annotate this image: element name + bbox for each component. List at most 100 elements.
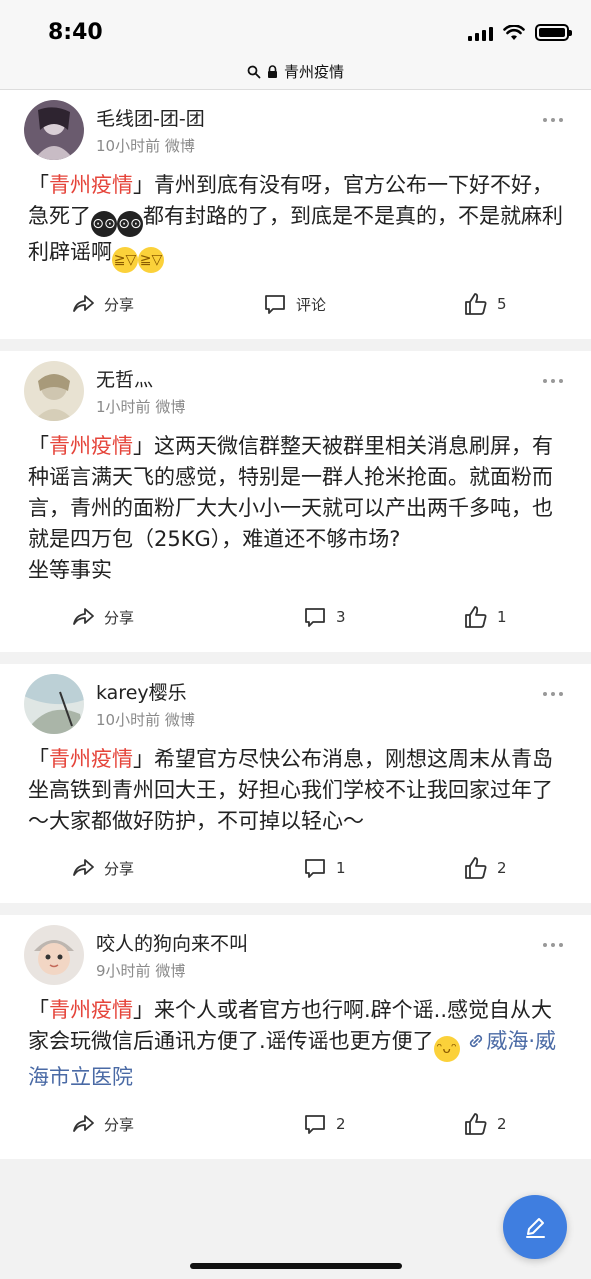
more-icon[interactable] bbox=[543, 379, 563, 383]
post-card: 咬人的狗向来不叫 9小时前 微博 「青州疫情」来个人或者官方也行啊.辟个谣..感… bbox=[0, 915, 591, 1159]
post-actions: 分享 1 2 bbox=[28, 837, 563, 903]
comment-button[interactable]: 2 bbox=[302, 1111, 346, 1137]
wifi-icon bbox=[503, 24, 525, 40]
share-label: 分享 bbox=[104, 295, 135, 314]
post-header: 无哲灬 1小时前 微博 bbox=[24, 351, 563, 423]
post-actions: 分享 评论 5 bbox=[28, 273, 563, 339]
more-icon[interactable] bbox=[543, 118, 563, 122]
like-button[interactable]: 5 bbox=[463, 291, 507, 317]
sad-emoji-icon: ⊙⊙ bbox=[117, 211, 143, 237]
like-icon bbox=[465, 857, 487, 879]
laughing-emoji-icon: ≧▽ bbox=[112, 247, 138, 273]
post-header: karey樱乐 10小时前 微博 bbox=[24, 664, 563, 736]
more-icon[interactable] bbox=[543, 943, 563, 947]
share-button[interactable]: 分享 bbox=[70, 1111, 134, 1137]
comment-button[interactable]: 评论 bbox=[262, 291, 326, 317]
post-text-line2: 坐等事实 bbox=[28, 558, 112, 582]
like-count: 5 bbox=[497, 295, 507, 313]
feed: 毛线团-团-团 10小时前 微博 「青州疫情」青州到底有没有呀，官方公布一下好不… bbox=[0, 90, 591, 1171]
home-indicator[interactable] bbox=[190, 1263, 402, 1269]
post-time: 1小时前 bbox=[96, 398, 151, 416]
username[interactable]: karey樱乐 bbox=[96, 678, 187, 705]
post-body: 「青州疫情」这两天微信群整天被群里相关消息刷屏，有种谣言满天飞的感觉，特别是一群… bbox=[28, 423, 563, 586]
bracket-open: 「 bbox=[28, 747, 49, 771]
post-source: 微博 bbox=[164, 137, 195, 155]
post-body: 「青州疫情」来个人或者官方也行啊.辟个谣..感觉自从大家会玩微信后通讯方便了.谣… bbox=[28, 987, 563, 1093]
url-bar[interactable]: 青州疫情 bbox=[0, 54, 591, 90]
compose-button[interactable] bbox=[503, 1195, 567, 1259]
avatar[interactable] bbox=[24, 361, 84, 421]
post-header: 毛线团-团-团 10小时前 微博 bbox=[24, 90, 563, 162]
comment-icon bbox=[305, 608, 325, 627]
avatar[interactable] bbox=[24, 674, 84, 734]
comment-icon bbox=[265, 295, 285, 314]
post-time: 9小时前 bbox=[96, 962, 151, 980]
post-meta: 9小时前 微博 bbox=[96, 960, 185, 981]
topic-tag[interactable]: 青州疫情 bbox=[49, 747, 133, 771]
post-meta: 10小时前 微博 bbox=[96, 709, 195, 730]
bracket-open: 「 bbox=[28, 998, 49, 1022]
share-icon bbox=[73, 1115, 94, 1132]
comment-button[interactable]: 1 bbox=[302, 855, 346, 881]
like-button[interactable]: 2 bbox=[463, 855, 507, 881]
post-card: 毛线团-团-团 10小时前 微博 「青州疫情」青州到底有没有呀，官方公布一下好不… bbox=[0, 90, 591, 339]
like-button[interactable]: 1 bbox=[463, 604, 507, 630]
post-actions: 分享 3 1 bbox=[28, 586, 563, 652]
username[interactable]: 无哲灬 bbox=[96, 365, 153, 392]
comment-button[interactable]: 3 bbox=[302, 604, 346, 630]
post-source: 微博 bbox=[155, 962, 186, 980]
like-icon bbox=[465, 1113, 487, 1135]
edit-icon bbox=[526, 1218, 545, 1238]
post-time: 10小时前 bbox=[96, 137, 161, 155]
share-button[interactable]: 分享 bbox=[70, 291, 134, 317]
battery-icon bbox=[535, 24, 572, 41]
status-bar: 8:40 bbox=[0, 0, 591, 54]
bracket-close: 」 bbox=[133, 998, 154, 1022]
comment-count: 2 bbox=[336, 1115, 346, 1133]
like-button[interactable]: 2 bbox=[463, 1111, 507, 1137]
share-button[interactable]: 分享 bbox=[70, 855, 134, 881]
like-count: 1 bbox=[497, 608, 507, 626]
comment-icon bbox=[305, 859, 325, 878]
like-count: 2 bbox=[497, 859, 507, 877]
bracket-open: 「 bbox=[28, 434, 49, 458]
avatar[interactable] bbox=[24, 925, 84, 985]
topic-tag[interactable]: 青州疫情 bbox=[49, 173, 133, 197]
link-icon bbox=[470, 1034, 483, 1048]
post-actions: 分享 2 2 bbox=[28, 1093, 563, 1159]
comment-icon bbox=[305, 1115, 325, 1134]
search-icon bbox=[247, 65, 261, 78]
like-icon bbox=[465, 293, 487, 315]
share-icon bbox=[73, 608, 94, 625]
post-card: karey樱乐 10小时前 微博 「青州疫情」希望官方尽快公布消息，刚想这周末从… bbox=[0, 664, 591, 903]
status-icons bbox=[468, 24, 572, 41]
share-button[interactable]: 分享 bbox=[70, 604, 134, 630]
comment-count: 1 bbox=[336, 859, 346, 877]
post-meta: 10小时前 微博 bbox=[96, 135, 195, 156]
username[interactable]: 毛线团-团-团 bbox=[96, 104, 205, 131]
username[interactable]: 咬人的狗向来不叫 bbox=[96, 929, 248, 956]
post-time: 10小时前 bbox=[96, 711, 161, 729]
smile-emoji-icon: ᵔᴗᵔ bbox=[433, 1036, 460, 1062]
signal-icon bbox=[468, 25, 493, 41]
post-source: 微博 bbox=[155, 398, 186, 416]
share-label: 分享 bbox=[104, 608, 135, 627]
more-icon[interactable] bbox=[543, 692, 563, 696]
share-label: 分享 bbox=[104, 1115, 135, 1134]
share-icon bbox=[73, 295, 94, 312]
topic-tag[interactable]: 青州疫情 bbox=[49, 998, 133, 1022]
post-body: 「青州疫情」青州到底有没有呀，官方公布一下好不好，急死了⊙⊙ ⊙⊙都有封路的了，到… bbox=[28, 162, 563, 273]
post-body: 「青州疫情」希望官方尽快公布消息，刚想这周末从青岛坐高铁到青州回大王，好担心我们… bbox=[28, 736, 563, 837]
bracket-close: 」 bbox=[133, 434, 154, 458]
topic-tag[interactable]: 青州疫情 bbox=[49, 434, 133, 458]
post-card: 无哲灬 1小时前 微博 「青州疫情」这两天微信群整天被群里相关消息刷屏，有种谣言… bbox=[0, 351, 591, 652]
laughing-emoji-icon: ≧▽ bbox=[138, 247, 164, 273]
share-label: 分享 bbox=[104, 859, 135, 878]
like-icon bbox=[465, 606, 487, 628]
sad-emoji-icon: ⊙⊙ bbox=[91, 211, 117, 237]
bracket-close: 」 bbox=[133, 173, 154, 197]
comment-count: 3 bbox=[336, 608, 346, 626]
post-header: 咬人的狗向来不叫 9小时前 微博 bbox=[24, 915, 563, 987]
avatar[interactable] bbox=[24, 100, 84, 160]
share-icon bbox=[73, 859, 94, 876]
